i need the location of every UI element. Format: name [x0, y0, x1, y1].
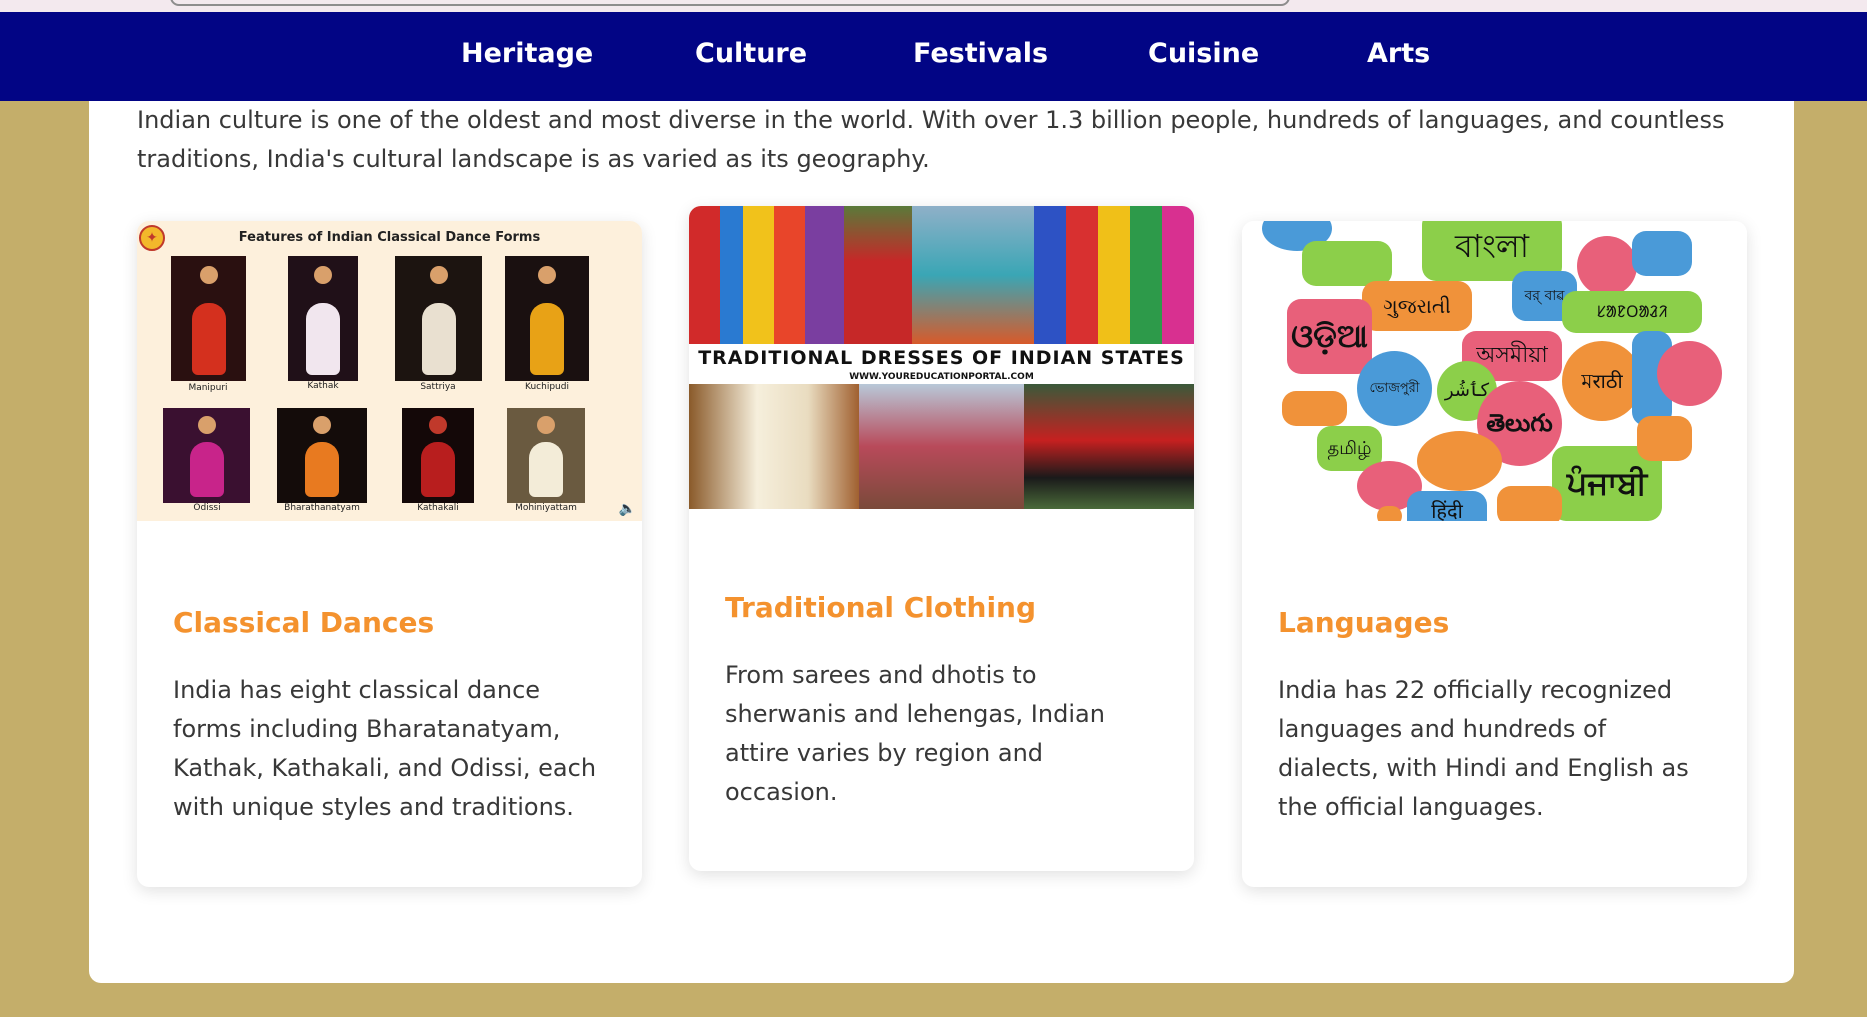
dance-tile: [288, 256, 358, 381]
main-navbar: Heritage Culture Festivals Cuisine Arts: [0, 12, 1867, 101]
card-classical-dances[interactable]: ✦ Features of Indian Classical Dance For…: [137, 221, 642, 887]
dance-tile: [402, 408, 474, 503]
dance-tile: [505, 256, 589, 381]
dance-tile: [277, 408, 367, 503]
card-description: India has eight classical dance forms in…: [173, 676, 597, 821]
dance-tile: [171, 256, 246, 381]
card-traditional-clothing[interactable]: TRADITIONAL DRESSES OF INDIAN STATES WWW…: [689, 206, 1194, 871]
traditional-clothing-image: TRADITIONAL DRESSES OF INDIAN STATES WWW…: [689, 206, 1194, 509]
card-description: From sarees and dhotis to sherwanis and …: [725, 661, 1105, 806]
dance-label: Kathakali: [417, 503, 459, 513]
dance-tile: [507, 408, 585, 503]
photo-folk-dancers: [689, 206, 844, 344]
dance-label: Mohiniyattam: [515, 503, 577, 513]
clothing-banner: TRADITIONAL DRESSES OF INDIAN STATES: [689, 344, 1194, 372]
card-title: Classical Dances: [173, 606, 435, 639]
speaker-icon: 🔈: [618, 501, 636, 517]
language-word: ভোজপুরী: [1369, 381, 1420, 396]
card-title: Languages: [1278, 606, 1450, 639]
card-description: India has 22 officially recognized langu…: [1278, 676, 1689, 821]
photo-desert-group: [859, 384, 1024, 509]
languages-image: বাংলা ગુજરાતી ଓଡ଼ିଆ বর্ বাৱ ᱥᱟᱱᱛᱟᱲᱤ অসমী…: [1242, 221, 1747, 521]
photo-tribal-group: [1024, 384, 1194, 509]
dance-label: Odissi: [193, 503, 221, 513]
photo-kerala-attire: [689, 384, 859, 509]
intro-paragraph: Indian culture is one of the oldest and …: [137, 106, 1725, 173]
language-word: ગુજરાતી: [1362, 281, 1472, 331]
dance-label: Bharathanatyam: [284, 503, 360, 513]
card-languages[interactable]: বাংলা ગુજરાતી ଓଡ଼ିଆ বর্ বাৱ ᱥᱟᱱᱛᱟᱲᱤ অসমী…: [1242, 221, 1747, 887]
browser-top-strip: [0, 0, 1867, 12]
clothing-source: WWW.YOUREDUCATIONPORTAL.COM: [849, 372, 1034, 382]
nav-item-cuisine[interactable]: Cuisine: [1148, 38, 1259, 69]
nav-item-culture[interactable]: Culture: [695, 38, 807, 69]
dance-label: Sattriya: [420, 382, 456, 392]
dance-tile: [395, 256, 482, 381]
language-word: মराठी: [1581, 369, 1623, 393]
nav-item-festivals[interactable]: Festivals: [913, 38, 1048, 69]
card-title: Traditional Clothing: [725, 591, 1037, 624]
dance-tile: [163, 408, 250, 503]
dance-image-heading: Features of Indian Classical Dance Forms: [238, 230, 541, 245]
dance-label: Manipuri: [188, 383, 228, 393]
photo-couple: [912, 206, 1034, 344]
dance-label: Kuchipudi: [525, 382, 569, 392]
language-word: ᱥᱟᱱᱛᱟᱲᱤ: [1562, 291, 1702, 333]
nav-item-arts[interactable]: Arts: [1367, 38, 1430, 69]
nav-item-heritage[interactable]: Heritage: [461, 38, 593, 69]
photo-woman-saree: [844, 206, 912, 344]
language-word: ଓଡ଼ିଆ: [1287, 299, 1372, 374]
language-word: हिंदी: [1407, 491, 1487, 521]
classical-dance-image: ✦ Features of Indian Classical Dance For…: [137, 221, 642, 521]
content-panel: Indian culture is one of the oldest and …: [89, 101, 1794, 983]
photo-group-costumes: [1034, 206, 1194, 344]
dance-label: Kathak: [307, 381, 339, 391]
browser-address-bar[interactable]: [170, 0, 1290, 6]
